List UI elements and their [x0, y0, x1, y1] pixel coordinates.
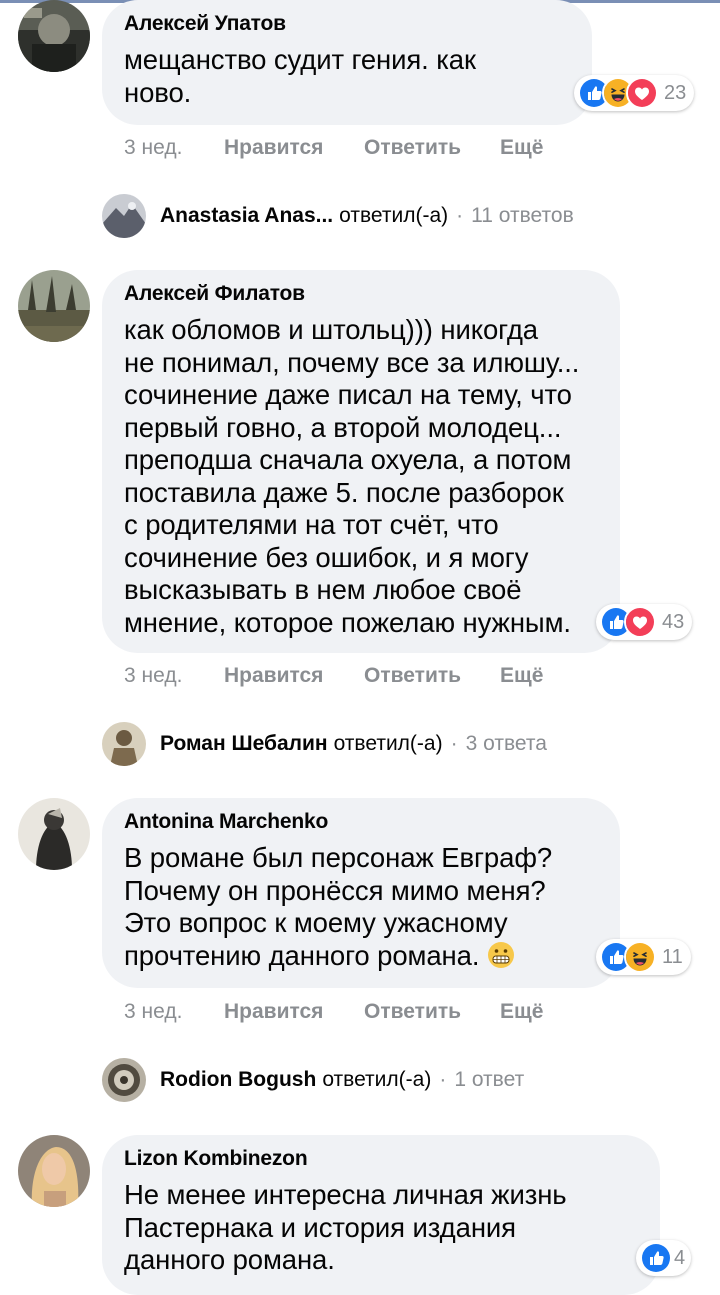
like-button[interactable]: Нравится	[224, 1000, 323, 1024]
reply-button[interactable]: Ответить	[364, 1000, 461, 1024]
comment-text: мещанство судит гения. как ново.	[124, 44, 476, 109]
comment-text-line: Это вопрос к моему ужасному	[124, 907, 508, 938]
comment-text-line: Пастернака и история издания	[124, 1211, 516, 1243]
replies-link[interactable]: Роман Шебалин ответил(-а) · 3 ответа	[102, 722, 547, 766]
comment-text-segment: прочтению данного романа.	[124, 939, 480, 971]
reaction-count: 23	[664, 81, 687, 104]
comment-author[interactable]: Алексей Филатов	[124, 282, 305, 306]
comment-text-line: как обломов и штольц))) никогда	[124, 314, 539, 345]
reaction-count: 43	[662, 610, 685, 633]
comment-text-line: сочинение даже писал на тему, что	[124, 379, 572, 410]
comment-text: Не менее интересна личная жизнь Пастерна…	[124, 1179, 567, 1277]
avatar[interactable]	[18, 270, 90, 342]
comment-author[interactable]: Алексей Упатов	[124, 12, 286, 36]
reply-verb: ответил(-а)	[322, 1068, 432, 1091]
comment-text-line: сочинение без ошибок, и я могу	[124, 541, 529, 573]
comment-bubble: Алексей Филатов как обломов и штольц))) …	[102, 270, 620, 653]
comment-text-line: Почему он пронёсся мимо меня?	[124, 874, 546, 906]
comment-text-line: не понимал, почему все за илюшу...	[124, 346, 580, 378]
reply-avatar	[102, 194, 146, 238]
reply-author: Rodion Bogush	[160, 1068, 317, 1091]
comment-time[interactable]: 3 нед.	[124, 136, 182, 160]
reply-author: Роман Шебалин	[160, 732, 328, 755]
reactions-summary[interactable]: 43	[596, 604, 693, 640]
reply-count: 1 ответ	[454, 1068, 525, 1091]
reply-count: 3 ответа	[465, 732, 547, 755]
comment-text-line: поставила даже 5. после разборок	[124, 476, 564, 508]
comment-text-line: Не менее интересна личная жизнь	[124, 1179, 567, 1210]
avatar[interactable]	[18, 798, 90, 870]
comment-text: как обломов и штольц))) никогда не поним…	[124, 314, 579, 639]
reactions-summary[interactable]: 23	[574, 75, 695, 111]
reply-button[interactable]: Ответить	[364, 136, 461, 160]
more-button[interactable]: Ещё	[500, 1000, 543, 1024]
avatar[interactable]	[18, 0, 90, 72]
avatar[interactable]	[18, 1135, 90, 1207]
reactions-summary[interactable]: 11	[596, 939, 691, 975]
replies-link[interactable]: Anastasia Anas... ответил(-а) · 11 ответ…	[102, 194, 574, 238]
comment-bubble: Antonina Marchenko В романе был персонаж…	[102, 798, 620, 988]
reply-avatar	[102, 722, 146, 766]
separator-dot: ·	[456, 204, 464, 227]
comment-author[interactable]: Antonina Marchenko	[124, 810, 328, 834]
grimacing-emoji-icon	[487, 941, 515, 969]
love-icon	[624, 606, 656, 638]
reply-button[interactable]: Ответить	[364, 664, 461, 688]
comment-text-line: первый говно, а второй молодец...	[124, 411, 562, 443]
like-button[interactable]: Нравится	[224, 664, 323, 688]
comment-text-line: данного романа.	[124, 1244, 335, 1275]
comment-text-line: прочтению данного романа.	[124, 940, 552, 973]
more-button[interactable]: Ещё	[500, 664, 543, 688]
love-icon	[626, 77, 658, 109]
replies-link[interactable]: Rodion Bogush ответил(-а) · 1 ответ	[102, 1058, 524, 1102]
comment-time[interactable]: 3 нед.	[124, 1000, 182, 1024]
comment-text-line: ново.	[124, 76, 192, 108]
reply-count: 11 ответов	[471, 204, 574, 227]
comment-text: В романе был персонаж Евграф? Почему он …	[124, 842, 552, 972]
comment-bubble: Алексей Упатов мещанство судит гения. ка…	[102, 0, 592, 125]
reply-author: Anastasia Anas...	[160, 204, 334, 227]
more-button[interactable]: Ещё	[500, 136, 543, 160]
comment-text-line: мещанство судит гения. как	[124, 44, 476, 75]
reactions-summary[interactable]: 4	[636, 1240, 692, 1276]
comment-text-line: с родителями на тот счёт, что	[124, 509, 499, 540]
reply-avatar	[102, 1058, 146, 1102]
separator-dot: ·	[450, 732, 458, 755]
comment-bubble: Lizon Kombinezon Не менее интересна личн…	[102, 1135, 660, 1295]
like-icon	[640, 1242, 672, 1274]
comment-time[interactable]: 3 нед.	[124, 664, 182, 688]
comment-author[interactable]: Lizon Kombinezon	[124, 1147, 308, 1171]
comment-text-line: В романе был персонаж Евграф?	[124, 842, 553, 873]
reaction-count: 4	[674, 1246, 686, 1269]
reply-verb: ответил(-а)	[339, 204, 449, 227]
like-button[interactable]: Нравится	[224, 136, 323, 160]
reply-verb: ответил(-а)	[333, 732, 443, 755]
separator-dot: ·	[439, 1068, 447, 1091]
comment-text-line: мнение, которое пожелаю нужным.	[124, 606, 571, 638]
comment-text-line: высказывать в нем любое своё	[124, 574, 522, 605]
comment-text-line: преподша сначала охуела, а потом	[124, 444, 572, 475]
haha-icon	[624, 941, 656, 973]
reaction-count: 11	[662, 945, 683, 968]
